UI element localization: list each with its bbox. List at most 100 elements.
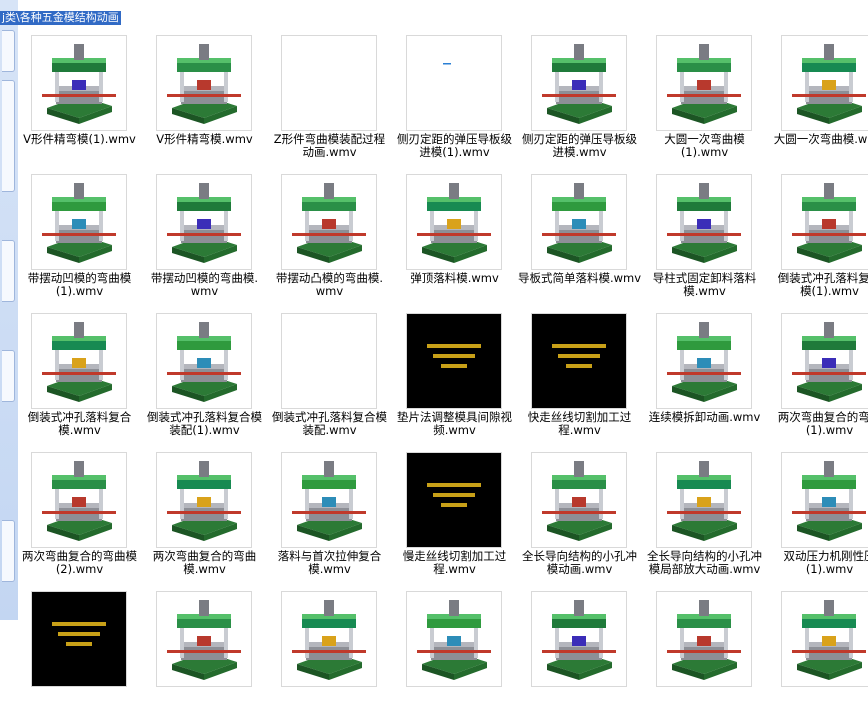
file-name[interactable]: 侧刃定距的弹压导板级 进模(1).wmv bbox=[390, 133, 519, 159]
file-thumbnail[interactable] bbox=[531, 591, 627, 687]
file-item[interactable]: 垫片法调整模具间隙视 频.wmv bbox=[392, 311, 517, 450]
file-thumbnail[interactable] bbox=[31, 174, 127, 270]
file-name[interactable]: 带摆动凹模的弯曲模. wmv bbox=[140, 272, 269, 298]
file-thumbnail[interactable] bbox=[156, 591, 252, 687]
file-thumbnail[interactable] bbox=[531, 35, 627, 131]
file-item[interactable]: 大圆一次弯曲模.wmv bbox=[767, 33, 868, 172]
file-item[interactable]: Z形件弯曲模装配过程 动画.wmv bbox=[267, 33, 392, 172]
file-item[interactable]: 两次弯曲复合的弯曲模 (2).wmv bbox=[17, 450, 142, 589]
file-name[interactable]: 导板式简单落料模.wmv bbox=[515, 272, 644, 285]
file-item[interactable]: 倒装式冲孔落料复合 模(1).wmv bbox=[767, 172, 868, 311]
file-thumbnail[interactable] bbox=[656, 35, 752, 131]
file-thumbnail[interactable] bbox=[531, 452, 627, 548]
file-thumbnail[interactable] bbox=[656, 452, 752, 548]
file-name[interactable]: 双动压力机刚性压 (1).wmv bbox=[765, 550, 868, 576]
file-name[interactable]: 倒装式冲孔落料复合 模.wmv bbox=[15, 411, 144, 437]
file-thumbnail[interactable] bbox=[156, 313, 252, 409]
file-thumbnail[interactable] bbox=[31, 313, 127, 409]
file-item[interactable]: 全长导向结构的小孔冲 模局部放大动画.wmv bbox=[642, 450, 767, 589]
side-tab[interactable] bbox=[2, 350, 15, 402]
side-tab[interactable] bbox=[2, 240, 15, 302]
file-thumbnail[interactable] bbox=[656, 313, 752, 409]
file-thumbnail[interactable] bbox=[31, 35, 127, 131]
file-item[interactable]: 倒装式冲孔落料复合 模.wmv bbox=[17, 311, 142, 450]
file-item[interactable] bbox=[142, 589, 267, 728]
file-item[interactable] bbox=[392, 589, 517, 728]
file-name[interactable]: 两次弯曲复合的弯曲 模.wmv bbox=[140, 550, 269, 576]
file-name[interactable]: 导柱式固定卸料落料 模.wmv bbox=[640, 272, 769, 298]
file-item[interactable]: 倒装式冲孔落料复合模 装配(1).wmv bbox=[142, 311, 267, 450]
file-name[interactable]: 侧刃定距的弹压导板级 进模.wmv bbox=[515, 133, 644, 159]
file-name[interactable]: 垫片法调整模具间隙视 频.wmv bbox=[390, 411, 519, 437]
file-thumbnail[interactable] bbox=[406, 591, 502, 687]
file-thumbnail[interactable] bbox=[281, 174, 377, 270]
file-item[interactable] bbox=[642, 589, 767, 728]
file-thumbnail[interactable] bbox=[156, 35, 252, 131]
file-thumbnail[interactable] bbox=[656, 591, 752, 687]
file-item[interactable]: 导柱式固定卸料落料 模.wmv bbox=[642, 172, 767, 311]
file-item[interactable]: 带摆动凹模的弯曲模. wmv bbox=[142, 172, 267, 311]
file-thumbnail[interactable] bbox=[781, 591, 868, 687]
address-path[interactable]: j类\各种五金模结构动画 bbox=[0, 11, 121, 25]
file-thumbnail[interactable] bbox=[406, 35, 502, 131]
file-item[interactable]: 两次弯曲复合的弯曲 模.wmv bbox=[142, 450, 267, 589]
file-name[interactable]: 带摆动凹模的弯曲模 (1).wmv bbox=[15, 272, 144, 298]
file-thumbnail[interactable] bbox=[781, 35, 868, 131]
file-thumbnail[interactable] bbox=[781, 452, 868, 548]
file-name[interactable]: V形件精弯模.wmv bbox=[140, 133, 269, 146]
file-name[interactable]: 慢走丝线切割加工过 程.wmv bbox=[390, 550, 519, 576]
file-name[interactable]: 倒装式冲孔落料复合模 装配(1).wmv bbox=[140, 411, 269, 437]
file-name[interactable]: 大圆一次弯曲模.wmv bbox=[765, 133, 868, 146]
file-name[interactable]: Z形件弯曲模装配过程 动画.wmv bbox=[265, 133, 394, 159]
file-item[interactable]: 导板式简单落料模.wmv bbox=[517, 172, 642, 311]
file-name[interactable]: 两次弯曲复合的弯曲模 (2).wmv bbox=[15, 550, 144, 576]
file-thumbnail[interactable] bbox=[531, 174, 627, 270]
file-item[interactable] bbox=[767, 589, 868, 728]
file-item[interactable]: V形件精弯模(1).wmv bbox=[17, 33, 142, 172]
side-tab[interactable] bbox=[2, 30, 15, 72]
file-thumbnail[interactable] bbox=[281, 313, 377, 409]
file-item[interactable]: 全长导向结构的小孔冲 模动画.wmv bbox=[517, 450, 642, 589]
file-name[interactable]: 带摆动凸模的弯曲模. wmv bbox=[265, 272, 394, 298]
file-name[interactable]: 快走丝线切割加工过 程.wmv bbox=[515, 411, 644, 437]
file-item[interactable]: 两次弯曲复合的弯曲 (1).wmv bbox=[767, 311, 868, 450]
file-thumbnail[interactable] bbox=[781, 174, 868, 270]
file-thumbnail[interactable] bbox=[531, 313, 627, 409]
file-name[interactable]: V形件精弯模(1).wmv bbox=[15, 133, 144, 146]
file-item[interactable]: 带摆动凸模的弯曲模. wmv bbox=[267, 172, 392, 311]
file-name[interactable]: 大圆一次弯曲模 (1).wmv bbox=[640, 133, 769, 159]
file-thumbnail[interactable] bbox=[781, 313, 868, 409]
file-name[interactable]: 弹顶落料模.wmv bbox=[390, 272, 519, 285]
side-tab[interactable] bbox=[2, 520, 15, 582]
side-tab[interactable] bbox=[2, 80, 15, 192]
file-name[interactable]: 倒装式冲孔落料复合 模(1).wmv bbox=[765, 272, 868, 298]
file-item[interactable]: V形件精弯模.wmv bbox=[142, 33, 267, 172]
file-thumbnail[interactable] bbox=[31, 452, 127, 548]
file-thumbnail[interactable] bbox=[406, 174, 502, 270]
file-name[interactable]: 两次弯曲复合的弯曲 (1).wmv bbox=[765, 411, 868, 437]
file-item[interactable]: 双动压力机刚性压 (1).wmv bbox=[767, 450, 868, 589]
file-item[interactable]: 快走丝线切割加工过 程.wmv bbox=[517, 311, 642, 450]
file-thumbnail[interactable] bbox=[281, 591, 377, 687]
file-thumbnail[interactable] bbox=[281, 452, 377, 548]
file-thumbnail[interactable] bbox=[156, 452, 252, 548]
file-item[interactable]: 大圆一次弯曲模 (1).wmv bbox=[642, 33, 767, 172]
file-thumbnail[interactable] bbox=[406, 313, 502, 409]
file-name[interactable]: 全长导向结构的小孔冲 模动画.wmv bbox=[515, 550, 644, 576]
file-item[interactable] bbox=[517, 589, 642, 728]
file-item[interactable] bbox=[17, 589, 142, 728]
file-name[interactable]: 全长导向结构的小孔冲 模局部放大动画.wmv bbox=[640, 550, 769, 576]
file-thumbnail[interactable] bbox=[31, 591, 127, 687]
file-item[interactable]: 带摆动凹模的弯曲模 (1).wmv bbox=[17, 172, 142, 311]
file-thumbnail[interactable] bbox=[281, 35, 377, 131]
file-item[interactable]: 倒装式冲孔落料复合模 装配.wmv bbox=[267, 311, 392, 450]
file-item[interactable]: 慢走丝线切割加工过 程.wmv bbox=[392, 450, 517, 589]
file-thumbnail[interactable] bbox=[156, 174, 252, 270]
file-name[interactable]: 连续模拆卸动画.wmv bbox=[640, 411, 769, 424]
file-name[interactable]: 倒装式冲孔落料复合模 装配.wmv bbox=[265, 411, 394, 437]
file-name[interactable]: 落料与首次拉伸复合 模.wmv bbox=[265, 550, 394, 576]
file-item[interactable]: 侧刃定距的弹压导板级 进模.wmv bbox=[517, 33, 642, 172]
file-item[interactable]: 弹顶落料模.wmv bbox=[392, 172, 517, 311]
file-item[interactable]: 连续模拆卸动画.wmv bbox=[642, 311, 767, 450]
file-item[interactable]: 侧刃定距的弹压导板级 进模(1).wmv bbox=[392, 33, 517, 172]
